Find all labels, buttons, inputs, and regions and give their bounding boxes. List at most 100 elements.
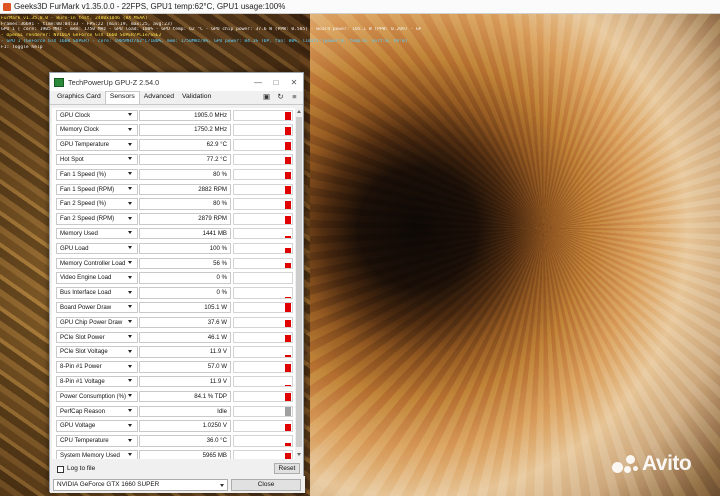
tab-sensors[interactable]: Sensors	[104, 91, 140, 104]
sensor-name-dropdown[interactable]: Video Engine Load	[56, 272, 138, 284]
dropdown-arrow-icon[interactable]	[128, 453, 132, 457]
sensor-graph	[233, 331, 293, 343]
dropdown-arrow-icon[interactable]	[128, 320, 132, 324]
sensor-row: PCIe Slot Power 46.1 W	[52, 330, 295, 345]
gpuz-title-bar[interactable]: TechPowerUp GPU-Z 2.54.0 — □ ✕	[50, 73, 303, 91]
sensor-graph-bar	[285, 392, 291, 402]
sensor-name-dropdown[interactable]: Power Consumption (%)	[56, 390, 138, 403]
sensor-name-dropdown[interactable]: Fan 1 Speed (RPM)	[56, 183, 138, 195]
sensor-graph-bar	[285, 406, 291, 416]
dropdown-arrow-icon[interactable]	[128, 438, 132, 442]
dropdown-arrow-icon[interactable]	[128, 349, 132, 353]
gpuz-logo-icon	[54, 77, 64, 87]
sensor-name: CPU Temperature	[60, 437, 109, 445]
dropdown-arrow-icon[interactable]	[128, 275, 132, 279]
sensor-name: GPU Temperature	[60, 141, 109, 149]
sensor-row: Fan 2 Speed (RPM) 2879 RPM	[52, 212, 295, 227]
dropdown-arrow-icon[interactable]	[128, 172, 132, 176]
sensor-name: Memory Controller Load	[60, 259, 126, 267]
sensor-scrollbar[interactable]	[295, 108, 303, 459]
tab-graphics-card[interactable]: Graphics Card	[53, 92, 105, 104]
sensor-graph-bar	[285, 423, 291, 431]
sensor-graph-bar	[285, 112, 291, 120]
maximize-icon[interactable]: □	[267, 73, 285, 91]
dropdown-arrow-icon[interactable]	[128, 113, 132, 116]
sensor-value: 46.1 W	[139, 331, 231, 343]
minimize-icon[interactable]: —	[249, 73, 267, 91]
sensor-graph-bar	[285, 216, 291, 224]
sensor-name-dropdown[interactable]: GPU Load	[56, 242, 138, 255]
sensor-name-dropdown[interactable]: 8-Pin #1 Voltage	[56, 375, 138, 388]
sensor-row: PerfCap Reason Idle	[52, 404, 295, 419]
dropdown-arrow-icon[interactable]	[128, 201, 132, 205]
dropdown-arrow-icon[interactable]	[128, 379, 132, 383]
sensor-graph	[233, 153, 293, 166]
dropdown-arrow-icon[interactable]	[128, 305, 132, 309]
sensor-value: 37.6 W	[139, 316, 231, 329]
sensor-name-dropdown[interactable]: PCIe Slot Voltage	[56, 346, 138, 358]
dropdown-arrow-icon[interactable]	[128, 187, 132, 190]
gpu-select-dropdown[interactable]: NVIDIA GeForce GTX 1660 SUPER	[53, 479, 228, 491]
sensor-name-dropdown[interactable]: 8-Pin #1 Power	[56, 361, 138, 373]
sensor-row: Memory Controller Load 56 %	[52, 256, 295, 271]
close-button[interactable]: Close	[231, 479, 301, 491]
screenshot-camera-icon[interactable]: ▣	[262, 92, 271, 101]
sensor-graph	[233, 139, 293, 151]
sensor-list: GPU Clock 1905.0 MHz Memory Clock 1750.2 MH…	[52, 108, 295, 459]
sensor-row: Fan 2 Speed (%) 80 %	[52, 197, 295, 212]
dropdown-arrow-icon[interactable]	[128, 335, 132, 338]
sensor-name-dropdown[interactable]: Memory Clock	[56, 124, 138, 136]
close-icon[interactable]: ✕	[285, 73, 303, 91]
dropdown-arrow-icon[interactable]	[128, 409, 132, 412]
tab-validation[interactable]: Validation	[178, 92, 215, 104]
dropdown-arrow-icon[interactable]	[128, 394, 132, 398]
scroll-up-arrow-icon[interactable]	[296, 109, 302, 115]
sensor-value: 77.2 °C	[139, 153, 231, 166]
osd-line: F1: Toggle help	[1, 44, 43, 50]
sensor-name-dropdown[interactable]: Fan 1 Speed (%)	[56, 168, 138, 181]
sensor-graph	[233, 346, 293, 358]
furmark-title-bar[interactable]: Geeks3D FurMark v1.35.0.0 - 22FPS, GPU1 …	[0, 0, 720, 14]
menu-hamburger-icon[interactable]: ≡	[290, 92, 299, 101]
sensor-name-dropdown[interactable]: CPU Temperature	[56, 435, 138, 447]
refresh-icon[interactable]: ↻	[276, 92, 285, 101]
sensor-name-dropdown[interactable]: PCIe Slot Power	[56, 331, 138, 343]
sensor-graph-bar	[285, 127, 291, 135]
dropdown-arrow-icon[interactable]	[128, 216, 132, 220]
sensor-name-dropdown[interactable]: Fan 2 Speed (RPM)	[56, 213, 138, 225]
sensor-name-dropdown[interactable]: PerfCap Reason	[56, 405, 138, 417]
sensor-name-dropdown[interactable]: GPU Temperature	[56, 139, 138, 151]
dropdown-arrow-icon[interactable]	[128, 231, 132, 235]
sensor-graph-bar	[285, 156, 291, 165]
dropdown-arrow-icon[interactable]	[128, 246, 132, 250]
avito-watermark: Avito	[612, 452, 692, 476]
dropdown-arrow-icon[interactable]	[128, 423, 132, 427]
tab-advanced[interactable]: Advanced	[140, 92, 178, 104]
scrollbar-thumb[interactable]	[296, 117, 302, 447]
sensor-name-dropdown[interactable]: Board Power Draw	[56, 301, 138, 314]
dropdown-arrow-icon[interactable]	[128, 261, 132, 264]
sensor-graph-bar	[285, 319, 291, 328]
sensor-name-dropdown[interactable]: Hot Spot	[56, 153, 138, 166]
sensor-name-dropdown[interactable]: GPU Voltage	[56, 420, 138, 432]
sensor-name-dropdown[interactable]: GPU Clock	[56, 109, 138, 121]
sensor-name-dropdown[interactable]: Memory Controller Load	[56, 257, 138, 269]
sensor-name-dropdown[interactable]: System Memory Used	[56, 449, 138, 459]
sensor-graph	[233, 124, 293, 136]
sensors-panel: GPU Clock 1905.0 MHz Memory Clock 1750.2 MH…	[52, 108, 303, 493]
sensor-name-dropdown[interactable]: Bus Interface Load	[56, 287, 138, 299]
reset-button[interactable]: Reset	[274, 463, 300, 474]
dropdown-arrow-icon[interactable]	[128, 142, 132, 146]
dropdown-arrow-icon[interactable]	[128, 127, 132, 131]
sensor-name-dropdown[interactable]: Memory Used	[56, 227, 138, 240]
sensor-name-dropdown[interactable]: GPU Chip Power Draw	[56, 316, 138, 329]
sensor-graph	[233, 390, 293, 403]
log-to-file-checkbox[interactable]	[57, 466, 64, 473]
sensor-name-dropdown[interactable]: Fan 2 Speed (%)	[56, 198, 138, 210]
sensor-graph-bar	[285, 442, 291, 446]
scroll-down-arrow-icon[interactable]	[296, 452, 302, 458]
dropdown-arrow-icon[interactable]	[128, 364, 132, 368]
dropdown-arrow-icon[interactable]	[128, 157, 132, 161]
dropdown-arrow-icon[interactable]	[128, 290, 132, 294]
sensor-name: GPU Voltage	[60, 422, 96, 430]
